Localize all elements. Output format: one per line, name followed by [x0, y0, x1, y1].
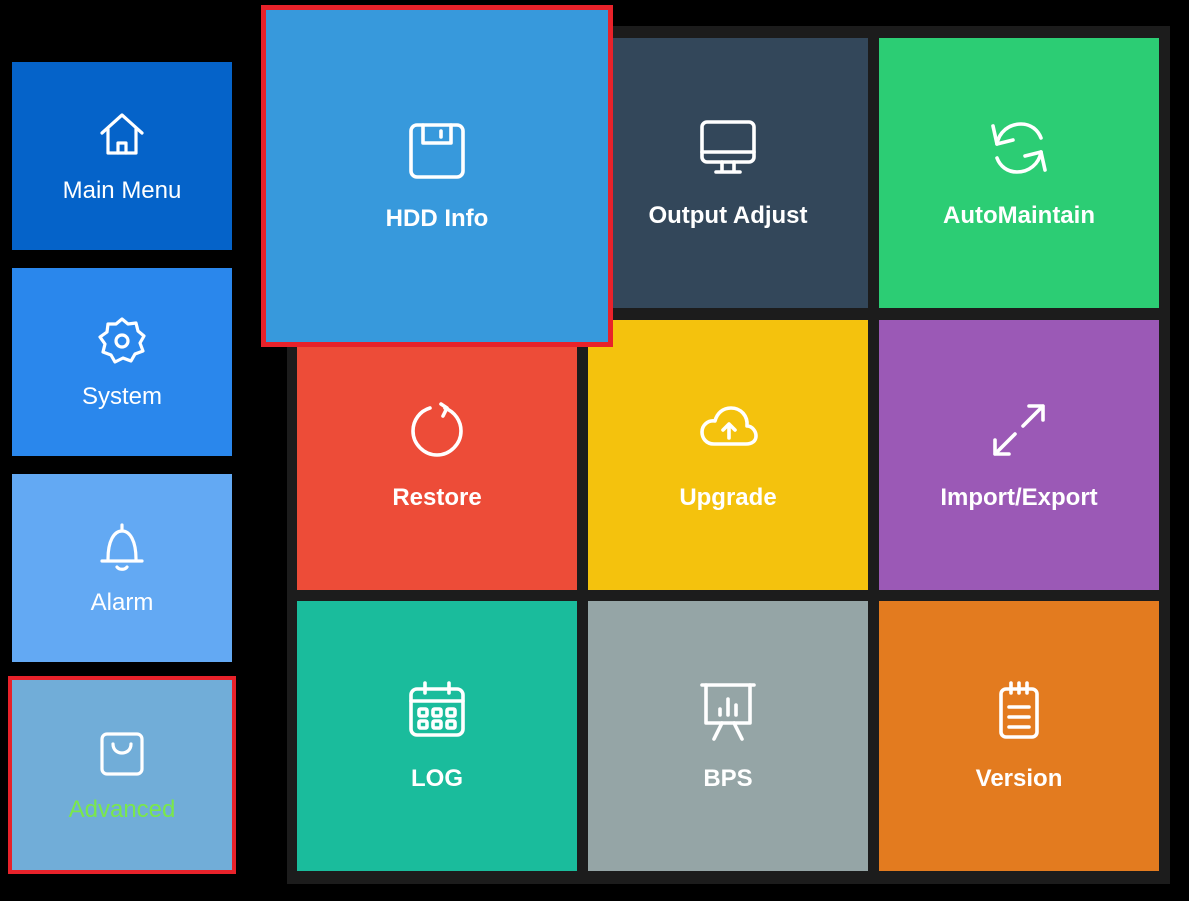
refresh-icon	[991, 122, 1047, 174]
tile-label: HDD Info	[385, 205, 489, 232]
restore-icon	[411, 402, 463, 457]
sidebar-item-advanced[interactable]: Advanced	[8, 676, 236, 874]
tile-restore[interactable]: Restore	[297, 320, 577, 590]
home-icon	[100, 113, 144, 155]
sidebar-item-alarm[interactable]: Alarm	[12, 474, 232, 662]
expand-arrows-icon	[993, 404, 1045, 456]
tile-log[interactable]: LOG	[297, 601, 577, 871]
floppy-disk-icon	[409, 123, 465, 179]
sidebar-item-label: Main Menu	[62, 177, 182, 204]
tile-output-adjust[interactable]: Output Adjust	[588, 38, 868, 308]
calendar-icon	[409, 681, 465, 737]
bell-icon	[100, 523, 144, 571]
tile-bps[interactable]: BPS	[588, 601, 868, 871]
sidebar-item-label: Alarm	[90, 589, 154, 616]
tile-import-export[interactable]: Import/Export	[879, 320, 1159, 590]
tile-label: Restore	[392, 484, 482, 511]
tile-label: LOG	[411, 765, 463, 792]
tile-version[interactable]: Version	[879, 601, 1159, 871]
monitor-icon	[700, 120, 756, 174]
tile-automaintain[interactable]: AutoMaintain	[879, 38, 1159, 308]
tile-label: Import/Export	[940, 484, 1098, 511]
tile-label: Output Adjust	[648, 202, 808, 229]
gear-icon	[98, 317, 146, 364]
sidebar-item-label: System	[81, 383, 162, 410]
notepad-icon	[999, 681, 1039, 739]
cloud-upload-icon	[700, 406, 758, 446]
tile-label: AutoMaintain	[943, 202, 1095, 229]
sidebar-item-label: Advanced	[68, 796, 176, 823]
tile-upgrade[interactable]: Upgrade	[588, 320, 868, 590]
tile-label: Version	[975, 765, 1063, 792]
tile-label: Upgrade	[679, 484, 777, 511]
shopping-bag-icon	[100, 732, 144, 776]
presentation-chart-icon	[700, 683, 756, 741]
sidebar-item-system[interactable]: System	[12, 268, 232, 456]
sidebar-item-main-menu[interactable]: Main Menu	[12, 62, 232, 250]
tile-label: BPS	[703, 765, 753, 792]
tile-hdd-info[interactable]: HDD Info	[261, 5, 613, 347]
